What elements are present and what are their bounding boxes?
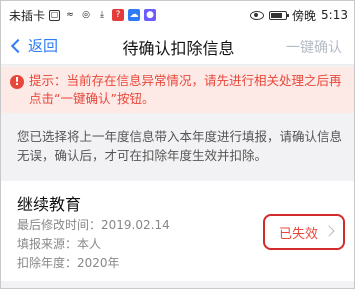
warning-text: 提示：当前存在信息异常情况，请先进行相关处理之后再点击“一键确认”按钮。 — [29, 73, 342, 106]
warning-banner: ! 提示：当前存在信息异常情况，请先进行相关处理之后再点击“一键确认”按钮。 — [1, 67, 354, 113]
source-text: 填报来源：本人 — [17, 237, 102, 251]
status-time: 5:13 — [321, 8, 348, 22]
deduction-card[interactable]: 继续教育 最后修改时间：2019.02.14 填报来源：本人 扣除年度：2020… — [1, 181, 354, 281]
carrier-label: 未插卡 — [9, 8, 46, 23]
chevron-right-icon — [323, 225, 335, 237]
sim-icon: ▢ — [49, 9, 61, 21]
status-text: 已失效 — [279, 227, 319, 242]
cloud-icon: ☁ — [128, 9, 141, 21]
status-label-right: 傍晚 — [292, 8, 317, 23]
status-right: 傍晚 5:13 — [250, 7, 348, 24]
eye-icon — [250, 10, 265, 20]
info-text: 您已选择将上一年度信息带入本年度进行填报，请确认信息无误，确认后，才可在扣除年度… — [1, 113, 354, 175]
status-bar: 未插卡 ▢ ≈ ◎ ⤓ ? ☁ ● 傍晚 5:13 — [1, 1, 354, 29]
nav-bar: 返回 待确认扣除信息 一键确认 — [1, 29, 354, 65]
app-icon: ● — [144, 9, 157, 21]
download-icon: ⤓ — [100, 9, 104, 20]
status-left: 未插卡 ▢ ≈ ◎ ⤓ ? ☁ ● — [9, 7, 157, 24]
wifi-icon: ≈ — [66, 9, 74, 20]
deduction-year-text: 扣除年度：2020年 — [17, 256, 120, 270]
vpn-icon: ◎ — [82, 9, 90, 20]
last-modified-text: 最后修改时间：2019.02.14 — [17, 218, 170, 232]
app-frame: 未插卡 ▢ ≈ ◎ ⤓ ? ☁ ● 傍晚 5:13 返回 待确认扣除信息 一键确… — [0, 0, 355, 289]
card-title: 继续教育 — [17, 195, 82, 214]
status-badge[interactable]: 已失效 — [263, 214, 345, 250]
one-click-confirm-button[interactable]: 一键确认 — [286, 37, 342, 57]
alert-icon: ! — [10, 75, 24, 89]
app-badge-icon: ? — [112, 9, 125, 21]
battery-icon — [269, 10, 290, 20]
